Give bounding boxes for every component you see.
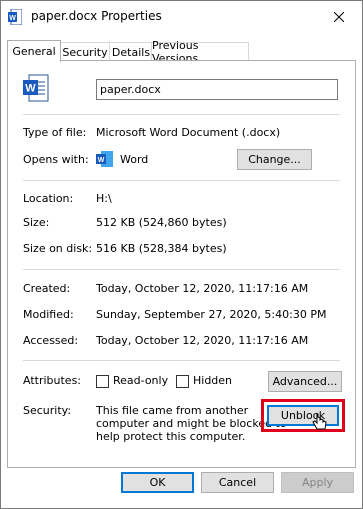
modified-label: Modified: [23,308,74,321]
hand-cursor-icon [312,413,327,430]
security-text-line: computer and might be blocked to [96,417,287,430]
close-button[interactable] [316,1,362,33]
size-label: Size: [23,216,50,229]
unblock-button[interactable]: Unblock [267,405,339,426]
change-button[interactable]: Change... [237,149,312,170]
created-label: Created: [23,282,71,295]
word-file-icon: W [23,74,49,102]
close-icon [334,12,344,22]
properties-dialog: W paper.docx Properties General Security… [0,0,363,509]
location-value: H:\ [96,192,112,205]
readonly-label: Read-only [113,374,169,387]
opens-with-label: Opens with: [23,153,89,166]
filename-value: paper.docx [100,83,161,96]
svg-text:W: W [9,15,16,22]
size-on-disk-label: Size on disk: [23,242,93,255]
location-label: Location: [23,192,74,205]
button-label: OK [149,476,166,489]
created-value: Today, October 12, 2020, 11:17:16 AM [96,282,309,295]
tab-previous-versions[interactable]: Previous Versions [151,39,249,65]
tab-general[interactable]: General [7,40,61,62]
size-on-disk-value: 516 KB (528,384 bytes) [96,242,227,255]
button-label: Cancel [218,476,257,489]
accessed-value: Today, October 12, 2020, 11:17:16 AM [96,334,309,347]
divider [23,360,340,361]
svg-text:W: W [25,83,36,95]
divider [23,114,340,115]
cancel-button[interactable]: Cancel [201,472,274,493]
attributes-label: Attributes: [23,374,82,387]
filename-field[interactable]: paper.docx [96,79,338,100]
divider [23,180,340,181]
security-text-line: help protect this computer. [96,430,246,443]
word-document-icon: W [8,9,22,25]
accessed-label: Accessed: [23,334,79,347]
window-title: paper.docx Properties [31,9,162,23]
hidden-label: Hidden [193,374,233,387]
svg-text:W: W [98,157,105,164]
readonly-checkbox[interactable] [96,375,109,388]
divider [23,269,340,270]
tab-label: General [12,45,56,58]
type-value: Microsoft Word Document (.docx) [96,126,281,139]
type-label: Type of file: [23,126,87,139]
apply-button[interactable]: Apply [281,472,354,493]
modified-value: Sunday, September 27, 2020, 5:40:30 PM [96,308,327,321]
button-label: Change... [248,153,301,166]
advanced-button[interactable]: Advanced... [268,371,342,392]
opens-with-value: Word [120,153,149,166]
size-value: 512 KB (524,860 bytes) [96,216,227,229]
word-app-icon: W [96,151,113,167]
hidden-checkbox[interactable] [176,375,189,388]
tab-label: Security [62,45,108,59]
security-label: Security: [23,404,72,417]
tab-label: Details [111,45,151,59]
general-panel: W paper.docx Type of file: Microsoft Wor… [7,60,356,468]
tab-security[interactable]: Security [59,42,111,61]
button-label: Apply [301,476,334,489]
button-label: Advanced... [272,375,338,388]
tab-details[interactable]: Details [109,42,153,61]
title-bar: W paper.docx Properties [1,1,362,33]
security-text-line: This file came from another [96,404,249,417]
ok-button[interactable]: OK [121,472,194,493]
